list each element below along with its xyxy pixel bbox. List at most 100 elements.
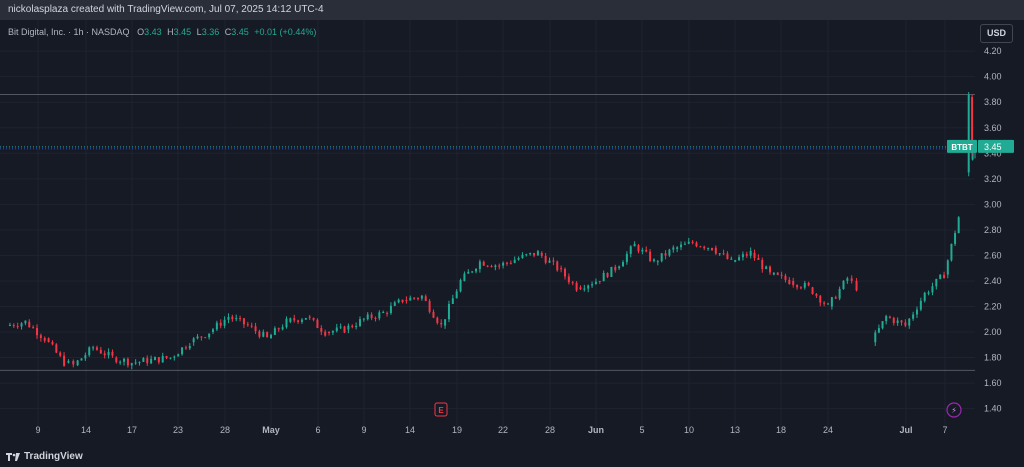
- candle-body: [683, 243, 686, 245]
- x-tick-label: 13: [730, 425, 740, 435]
- candle-body: [957, 217, 960, 234]
- candle-body: [591, 284, 594, 286]
- candle-body: [552, 260, 555, 262]
- candle-body: [99, 349, 102, 354]
- candle-body: [622, 262, 625, 267]
- candle-body: [28, 321, 31, 328]
- price-chart[interactable]: 1.40 1.60 1.80 2.00 2.20 2.40 2.60 2.80 3.00 3.20…: [0, 20, 1024, 447]
- candle-body: [896, 320, 899, 324]
- candle-body: [146, 358, 149, 364]
- x-tick-label: May: [262, 425, 280, 435]
- candle-body: [95, 347, 98, 350]
- x-tick-label: 7: [942, 425, 947, 435]
- candle-body: [188, 345, 191, 349]
- symbol-tag-label: BTBT: [951, 143, 972, 152]
- candle-body: [838, 289, 841, 299]
- candle-body: [602, 273, 605, 282]
- candle-body: [563, 268, 566, 277]
- candle-body: [72, 360, 75, 365]
- candle-body: [927, 292, 930, 294]
- candle-body: [718, 253, 721, 255]
- y-tick-label: 4.20: [984, 46, 1002, 56]
- candle-body: [881, 321, 884, 329]
- candle-body: [36, 327, 39, 336]
- chart-area[interactable]: 1.40 1.60 1.80 2.00 2.20 2.40 2.60 2.80 3.00 3.20…: [0, 20, 1024, 447]
- candle-body: [575, 282, 578, 291]
- candle-body: [126, 358, 129, 366]
- top-bar: nickolasplaza created with TradingView.c…: [0, 0, 1024, 20]
- candle-body: [823, 302, 826, 304]
- candle-body: [347, 325, 350, 330]
- candle-body: [196, 336, 199, 339]
- candle-body: [115, 357, 118, 363]
- candle-body: [459, 279, 462, 292]
- candle-body: [691, 241, 694, 243]
- candle-body: [827, 303, 830, 305]
- candle-body: [370, 314, 373, 318]
- candle-body: [134, 362, 137, 364]
- candle-body: [846, 278, 849, 281]
- candle-body: [741, 254, 744, 258]
- candle-body: [107, 351, 110, 356]
- y-tick-label: 2.80: [984, 225, 1002, 235]
- candle-body: [204, 337, 207, 339]
- candle-body: [157, 357, 160, 363]
- candle-body: [335, 327, 338, 332]
- candle-body: [67, 360, 70, 363]
- candle-body: [594, 281, 597, 285]
- candle-body: [939, 274, 942, 279]
- candle-body: [799, 287, 802, 289]
- candle-body: [954, 233, 957, 244]
- candle-body: [687, 241, 690, 244]
- candle-body: [455, 291, 458, 299]
- candle-body: [908, 318, 911, 326]
- symbol-name: Bit Digital, Inc. · 1h · NASDAQ: [8, 27, 130, 37]
- candle-body: [177, 354, 180, 357]
- candle-body: [424, 296, 427, 301]
- currency-button[interactable]: USD: [980, 24, 1013, 43]
- x-tick-label: 19: [452, 425, 462, 435]
- x-tick-label: 18: [776, 425, 786, 435]
- candle-body: [123, 358, 126, 362]
- candle-body: [788, 279, 791, 285]
- x-tick-label: 28: [220, 425, 230, 435]
- candle-body: [339, 326, 342, 328]
- x-tick-label: Jul: [899, 425, 912, 435]
- candle-body: [51, 341, 54, 345]
- candle-body: [819, 295, 822, 303]
- candle-body: [471, 271, 474, 273]
- candle-body: [629, 246, 632, 254]
- candle-body: [409, 297, 412, 301]
- candle-body: [103, 353, 106, 356]
- candle-body: [417, 298, 420, 300]
- candle-body: [84, 355, 87, 359]
- candle-body: [664, 253, 667, 256]
- candle-body: [745, 254, 748, 256]
- candle-body: [475, 269, 478, 272]
- candle-body: [509, 262, 512, 264]
- candle-body: [660, 253, 663, 262]
- candle-body: [544, 255, 547, 263]
- candle-body: [331, 331, 334, 333]
- candle-body: [281, 327, 284, 330]
- candle-body: [912, 314, 915, 319]
- candle-body: [730, 258, 733, 260]
- candle-body: [63, 355, 66, 366]
- candle-body: [382, 312, 385, 314]
- high-value: 3.45: [173, 27, 192, 37]
- candle-body: [892, 317, 895, 324]
- candle-body: [447, 303, 450, 320]
- candle-body: [490, 266, 493, 268]
- candle-body: [428, 300, 431, 312]
- candle-body: [513, 259, 516, 263]
- candle-body: [633, 243, 636, 247]
- candle-body: [915, 309, 918, 315]
- dividend-marker-label: ⚡: [951, 406, 957, 415]
- candle-body: [39, 335, 42, 338]
- candle-body: [215, 322, 218, 330]
- candle-body: [772, 272, 775, 275]
- x-tick-label: 17: [127, 425, 137, 435]
- candle-body: [722, 253, 725, 255]
- candle-body: [300, 319, 303, 322]
- candle-body: [900, 320, 903, 323]
